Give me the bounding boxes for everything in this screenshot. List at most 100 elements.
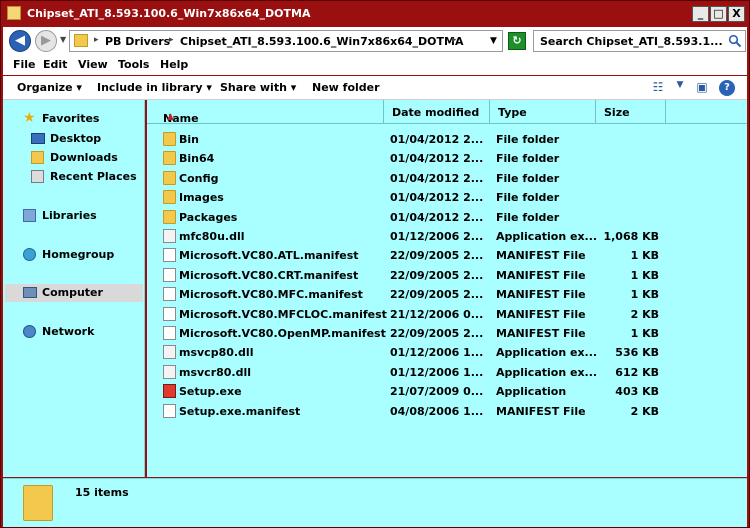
- file-name: mfc80u.dll: [179, 230, 245, 243]
- nav-downloads[interactable]: Downloads: [31, 149, 131, 167]
- column-header-type[interactable]: Type: [490, 100, 596, 124]
- chevron-right-icon[interactable]: ▸: [169, 35, 174, 45]
- file-size: 1,068 KB: [603, 230, 659, 243]
- refresh-button[interactable]: ↻: [508, 32, 526, 50]
- file-size: 403 KB: [615, 385, 659, 399]
- file-name: Images: [179, 191, 224, 205]
- folder-icon: [23, 485, 53, 521]
- recent-places-icon: [31, 170, 44, 183]
- address-field[interactable]: ▸ PB Drivers ▸ Chipset_ATI_8.593.100.6_W…: [69, 30, 503, 52]
- table-row[interactable]: Bin64 01/04/2012 2... File folder: [147, 149, 747, 168]
- preview-pane-icon[interactable]: ▣: [693, 80, 711, 96]
- file-type: Application: [496, 385, 567, 399]
- file-name: Setup.exe: [179, 385, 242, 399]
- file-date: 22/09/2005 2...: [390, 288, 484, 302]
- dll-file-icon: [163, 345, 176, 360]
- column-header-size[interactable]: Size: [596, 100, 666, 124]
- minimize-button[interactable]: _: [692, 6, 709, 22]
- document-icon: [163, 267, 176, 282]
- nav-desktop[interactable]: Desktop: [31, 130, 131, 148]
- table-row[interactable]: Config 01/04/2012 2... File folder: [147, 169, 747, 188]
- network-icon: [23, 325, 36, 338]
- help-icon[interactable]: ?: [719, 80, 735, 96]
- nav-favorites[interactable]: ★ Favorites: [23, 110, 133, 128]
- file-type: Application ex...: [496, 346, 598, 360]
- chevron-down-icon: ▾: [76, 81, 82, 94]
- search-placeholder: Search Chipset_ATI_8.593.1...: [540, 35, 723, 48]
- recent-pages-dropdown[interactable]: ▼: [60, 35, 66, 44]
- chevron-right-icon[interactable]: ▸: [452, 35, 457, 45]
- document-icon: [163, 287, 176, 302]
- file-type: Application ex...: [496, 365, 598, 379]
- libraries-icon: [23, 209, 36, 222]
- file-type: File folder: [496, 191, 560, 205]
- folder-icon: [163, 151, 176, 166]
- file-type: File folder: [496, 210, 560, 224]
- back-button[interactable]: ◀: [9, 30, 31, 52]
- table-row[interactable]: msvcr80.dll 01/12/2006 1... Application ex…: [147, 363, 747, 382]
- table-row[interactable]: Setup.exe 21/07/2009 0... Application 403 K…: [147, 382, 747, 401]
- file-size: 536 KB: [615, 346, 659, 360]
- chevron-down-icon: ▾: [206, 81, 212, 94]
- file-date: 21/07/2009 0...: [390, 385, 484, 399]
- search-input[interactable]: Search Chipset_ATI_8.593.1...: [533, 30, 746, 52]
- sort-ascending-icon: ▲: [167, 112, 174, 122]
- file-type: File folder: [496, 152, 560, 166]
- title-bar[interactable]: Chipset_ATI_8.593.100.6_Win7x86x64_DOTMA…: [1, 1, 749, 27]
- nav-homegroup[interactable]: Homegroup: [23, 246, 133, 264]
- file-size: 1 KB: [630, 327, 659, 340]
- file-name: Microsoft.VC80.MFC.manifest: [179, 288, 363, 302]
- table-row[interactable]: Bin 01/04/2012 2... File folder: [147, 130, 747, 149]
- maximize-button[interactable]: □: [710, 6, 727, 22]
- file-type: Application ex...: [496, 230, 598, 243]
- star-icon: ★: [23, 110, 36, 126]
- menu-bar: File Edit View Tools Help: [3, 55, 747, 75]
- menu-help[interactable]: Help: [160, 58, 188, 71]
- folder-icon: [163, 132, 176, 146]
- table-row[interactable]: Images 01/04/2012 2... File folder: [147, 188, 747, 207]
- menu-file[interactable]: File: [13, 58, 36, 71]
- chevron-down-icon[interactable]: ▼: [671, 80, 689, 96]
- file-type: MANIFEST File: [496, 404, 586, 418]
- breadcrumb-pb-drivers[interactable]: PB Drivers: [105, 35, 170, 48]
- table-row[interactable]: Microsoft.VC80.MFC.manifest 22/09/2005 2.…: [147, 285, 747, 304]
- share-with-button[interactable]: Share with ▾: [220, 81, 296, 94]
- file-name: msvcr80.dll: [179, 365, 252, 379]
- file-size: 2 KB: [630, 307, 659, 321]
- close-button[interactable]: X: [728, 6, 745, 22]
- nav-libraries[interactable]: Libraries: [23, 207, 133, 225]
- new-folder-button[interactable]: New folder: [312, 81, 380, 94]
- nav-network[interactable]: Network: [23, 323, 133, 341]
- table-row[interactable]: Microsoft.VC80.OpenMP.manifest 22/09/2005…: [147, 324, 747, 343]
- forward-button[interactable]: ▶: [35, 30, 57, 52]
- table-row[interactable]: Microsoft.VC80.MFCLOC.manifest 21/12/2006…: [147, 305, 747, 324]
- table-row[interactable]: mfc80u.dll 01/12/2006 2... Application ex.…: [147, 227, 747, 246]
- menu-tools[interactable]: Tools: [118, 58, 149, 71]
- organize-button[interactable]: Organize ▾: [17, 81, 82, 94]
- table-row[interactable]: Packages 01/04/2012 2... File folder: [147, 208, 747, 227]
- table-row[interactable]: Microsoft.VC80.ATL.manifest 22/09/2005 2.…: [147, 246, 747, 265]
- folder-icon: [163, 190, 176, 205]
- file-size: 1 KB: [630, 268, 659, 282]
- application-icon: [163, 384, 176, 399]
- address-dropdown[interactable]: ▼: [490, 36, 497, 46]
- file-type: File folder: [496, 171, 560, 185]
- file-date: 01/12/2006 1...: [390, 365, 484, 379]
- search-icon[interactable]: [728, 34, 742, 48]
- column-header-date-modified[interactable]: Date modified: [384, 100, 490, 124]
- column-header-name[interactable]: Name ▲: [147, 100, 384, 125]
- include-in-library-button[interactable]: Include in library ▾: [97, 81, 212, 94]
- table-row[interactable]: msvcp80.dll 01/12/2006 1... Application ex…: [147, 343, 747, 362]
- chevron-right-icon[interactable]: ▸: [94, 35, 99, 45]
- breadcrumb-current-folder[interactable]: Chipset_ATI_8.593.100.6_Win7x86x64_DOTMA: [180, 35, 463, 48]
- downloads-icon: [31, 151, 44, 164]
- nav-computer[interactable]: Computer: [5, 284, 143, 302]
- table-row[interactable]: Microsoft.VC80.CRT.manifest 22/09/2005 2.…: [147, 266, 747, 285]
- menu-view[interactable]: View: [78, 58, 108, 71]
- menu-edit[interactable]: Edit: [43, 58, 67, 71]
- nav-recent-places[interactable]: Recent Places: [31, 168, 141, 186]
- view-options-icon[interactable]: ☷: [649, 80, 667, 96]
- table-row[interactable]: Setup.exe.manifest 04/08/2006 1... MANIFES…: [147, 402, 747, 421]
- file-name: Bin64: [179, 152, 215, 166]
- folder-icon: [7, 6, 21, 20]
